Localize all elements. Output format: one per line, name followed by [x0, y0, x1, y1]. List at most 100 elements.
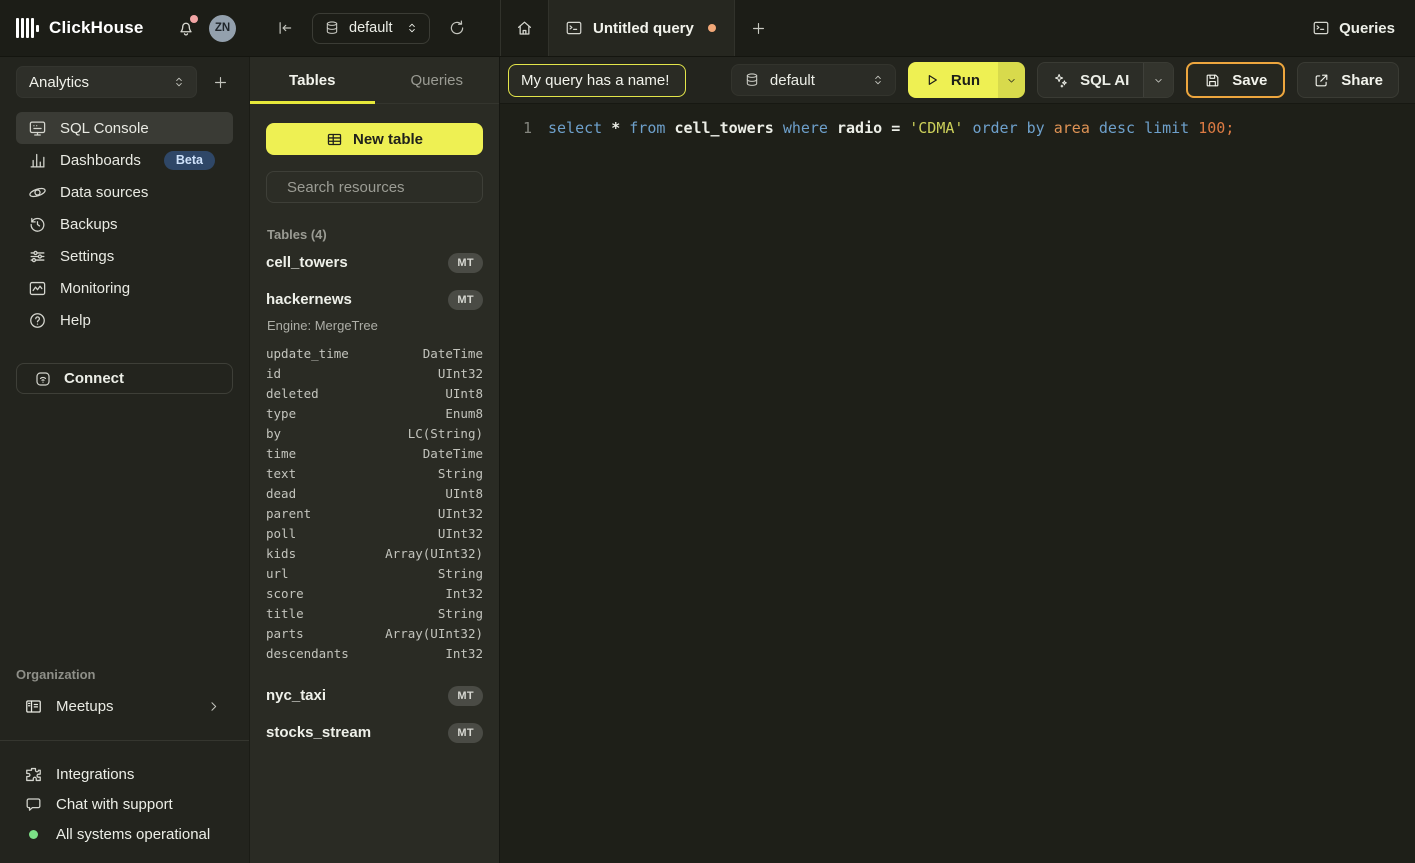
- new-table-button[interactable]: New table: [266, 123, 483, 155]
- sidebar-item-sql-console[interactable]: SQL Console: [16, 112, 233, 144]
- sidebar-item-label: Meetups: [56, 698, 114, 715]
- add-workspace-button[interactable]: [208, 70, 233, 95]
- column-type: Int32: [445, 646, 483, 661]
- resources-body: New table Tables (4) cell_towers MT hack…: [250, 104, 499, 749]
- history-restore-icon: [28, 215, 47, 234]
- connect-button[interactable]: Connect: [16, 363, 233, 394]
- engine-badge: MT: [448, 686, 483, 706]
- column-name: descendants: [266, 646, 349, 661]
- main-area: default Run SQL AI: [500, 57, 1415, 863]
- column-row[interactable]: deleted UInt8: [266, 383, 483, 403]
- column-type: String: [438, 466, 483, 481]
- resources-panel: Tables Queries New table Tables (4) cell…: [250, 57, 500, 863]
- column-row[interactable]: time DateTime: [266, 443, 483, 463]
- table-name: stocks_stream: [266, 724, 371, 741]
- notifications-bell-icon[interactable]: [176, 18, 196, 38]
- column-row[interactable]: id UInt32: [266, 363, 483, 383]
- service-selector[interactable]: default: [312, 13, 430, 44]
- chat-support-link[interactable]: Chat with support: [16, 789, 233, 819]
- sql-ai-button[interactable]: SQL AI: [1038, 72, 1143, 89]
- tab-queries[interactable]: Queries: [375, 57, 500, 103]
- refresh-button[interactable]: [444, 15, 470, 41]
- column-row[interactable]: update_time DateTime: [266, 343, 483, 363]
- sidebar-item-data-sources[interactable]: Data sources: [16, 176, 233, 208]
- sidebar-item-monitoring[interactable]: Monitoring: [16, 272, 233, 304]
- share-button[interactable]: Share: [1297, 62, 1399, 98]
- database-selector-value: default: [770, 72, 861, 89]
- query-tab-title: Untitled query: [593, 20, 694, 37]
- save-button[interactable]: Save: [1186, 62, 1285, 98]
- run-button[interactable]: Run: [908, 62, 998, 98]
- sql-console-icon: [28, 119, 47, 138]
- column-row[interactable]: by LC(String): [266, 423, 483, 443]
- notification-dot: [190, 15, 198, 23]
- organization-label: Organization: [0, 667, 249, 682]
- table-row-stocks-stream[interactable]: stocks_stream MT: [266, 716, 483, 749]
- column-row[interactable]: kids Array(UInt32): [266, 543, 483, 563]
- column-row[interactable]: poll UInt32: [266, 523, 483, 543]
- topbar-actions: ZN: [176, 15, 236, 42]
- save-icon: [1204, 72, 1221, 89]
- connect-button-label: Connect: [64, 370, 124, 387]
- engine-badge: MT: [448, 723, 483, 743]
- terminal-icon: [565, 19, 583, 37]
- new-tab-button[interactable]: [735, 0, 782, 56]
- sql-token: *: [611, 119, 629, 137]
- table-row-hackernews[interactable]: hackernews MT: [266, 283, 483, 316]
- column-type: DateTime: [423, 446, 483, 461]
- column-row[interactable]: text String: [266, 463, 483, 483]
- column-row[interactable]: parent UInt32: [266, 503, 483, 523]
- clickhouse-logo[interactable]: ClickHouse: [16, 17, 144, 39]
- back-to-line-icon: [276, 19, 294, 37]
- integrations-link[interactable]: Integrations: [16, 759, 233, 789]
- column-type: LC(String): [408, 426, 483, 441]
- table-row-cell-towers[interactable]: cell_towers MT: [266, 246, 483, 279]
- column-row[interactable]: dead UInt8: [266, 483, 483, 503]
- query-name-input[interactable]: [508, 64, 686, 97]
- sql-token: order: [972, 119, 1026, 137]
- sidebar-item-meetups[interactable]: Meetups: [16, 690, 233, 722]
- query-tab[interactable]: Untitled query: [548, 0, 735, 56]
- play-icon: [924, 72, 940, 88]
- collapse-panel-button[interactable]: [272, 15, 298, 41]
- table-row-nyc-taxi[interactable]: nyc_taxi MT: [266, 679, 483, 712]
- chevron-down-icon: [1005, 74, 1018, 87]
- query-toolbar: default Run SQL AI: [500, 57, 1415, 104]
- home-button[interactable]: [501, 0, 548, 56]
- puzzle-icon: [24, 765, 43, 784]
- tab-tables[interactable]: Tables: [250, 57, 375, 103]
- workspace-selector[interactable]: Analytics: [16, 66, 197, 98]
- column-row[interactable]: score Int32: [266, 583, 483, 603]
- sidebar-item-settings[interactable]: Settings: [16, 240, 233, 272]
- column-name: dead: [266, 486, 296, 501]
- column-name: update_time: [266, 346, 349, 361]
- column-name: deleted: [266, 386, 319, 401]
- column-type: String: [438, 566, 483, 581]
- column-row[interactable]: url String: [266, 563, 483, 583]
- system-status-link[interactable]: All systems operational: [16, 819, 233, 849]
- sql-code-line[interactable]: select * from cell_towers where radio = …: [532, 117, 1234, 863]
- sparkle-icon: [1052, 72, 1069, 89]
- column-row[interactable]: parts Array(UInt32): [266, 623, 483, 643]
- search-resources-input[interactable]: [287, 179, 486, 196]
- home-icon: [515, 19, 534, 38]
- refresh-icon: [448, 19, 466, 37]
- avatar[interactable]: ZN: [209, 15, 236, 42]
- chat-support-label: Chat with support: [56, 796, 173, 813]
- run-options-button[interactable]: [998, 62, 1025, 98]
- queries-button[interactable]: Queries: [1312, 19, 1395, 37]
- column-row[interactable]: title String: [266, 603, 483, 623]
- data-sources-icon: [28, 183, 47, 202]
- sql-editor[interactable]: 1 select * from cell_towers where radio …: [500, 104, 1415, 863]
- search-resources: [266, 171, 483, 203]
- database-selector[interactable]: default: [731, 64, 896, 96]
- sidebar-item-help[interactable]: Help: [16, 304, 233, 336]
- sql-token: 100;: [1198, 119, 1234, 137]
- column-row[interactable]: type Enum8: [266, 403, 483, 423]
- sidebar-item-backups[interactable]: Backups: [16, 208, 233, 240]
- sidebar-item-dashboards[interactable]: Dashboards Beta: [16, 144, 233, 176]
- column-type: Enum8: [445, 406, 483, 421]
- sql-ai-options-button[interactable]: [1143, 63, 1173, 97]
- column-row[interactable]: descendants Int32: [266, 643, 483, 663]
- column-type: UInt8: [445, 486, 483, 501]
